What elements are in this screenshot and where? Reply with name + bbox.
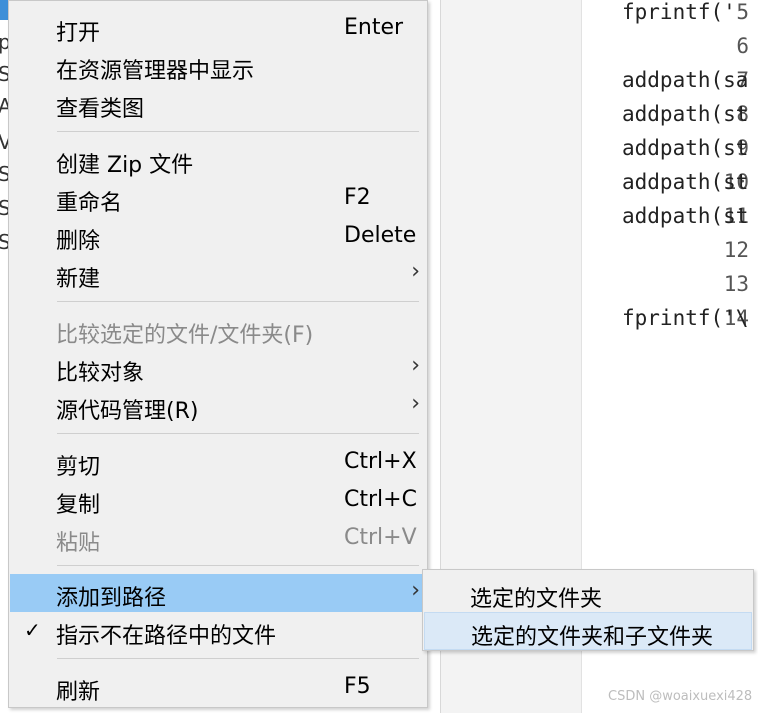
menu-item-delete[interactable]: 删除 Delete (10, 217, 426, 255)
menu-separator (57, 433, 419, 434)
menu-item-create-zip[interactable]: 创建 Zip 文件 (10, 141, 426, 179)
menu-item-shortcut: Ctrl+C (344, 487, 417, 512)
menu-item-label: 刷新 (56, 680, 101, 705)
menu-item-label: 创建 Zip 文件 (56, 153, 194, 178)
code-line[interactable]: addpath(sa (622, 68, 748, 92)
menu-item-open[interactable]: 打开 Enter (10, 9, 426, 47)
line-number: 12 (723, 238, 749, 262)
context-menu: 打开 Enter 在资源管理器中显示 查看类图 创建 Zip 文件 重命名 F2… (8, 0, 428, 708)
submenu-item-label: 选定的文件夹 (470, 587, 603, 612)
menu-item-label: 删除 (56, 229, 101, 254)
menu-separator (57, 658, 419, 659)
code-line[interactable]: addpath(st (622, 136, 748, 160)
menu-item-label: 重命名 (56, 191, 123, 216)
submenu-item-selected-folders-and-subfolders[interactable]: 选定的文件夹和子文件夹 (424, 612, 752, 650)
code-text: fprintf(' (622, 0, 736, 24)
code-line[interactable]: fprintf(' (622, 0, 736, 24)
code-line[interactable]: addpath(st (622, 102, 748, 126)
menu-item-source-control[interactable]: 源代码管理(R) › (10, 387, 426, 425)
menu-item-label: 剪切 (56, 455, 101, 480)
menu-separator (57, 131, 419, 132)
add-to-path-submenu: 选定的文件夹 选定的文件夹和子文件夹 (422, 569, 754, 651)
menu-item-label: 新建 (56, 267, 101, 292)
menu-item-new[interactable]: 新建 › (10, 255, 426, 293)
menu-item-show-in-explorer[interactable]: 在资源管理器中显示 (10, 47, 426, 85)
menu-item-shortcut: Ctrl+V (344, 525, 417, 550)
submenu-item-selected-folders[interactable]: 选定的文件夹 (424, 575, 752, 613)
code-text: addpath(st (622, 136, 749, 160)
menu-item-compare-against[interactable]: 比较对象 › (10, 349, 426, 387)
menu-item-label: 指示不在路径中的文件 (56, 624, 277, 649)
checkmark-icon: ✓ (24, 618, 41, 642)
menu-item-shortcut: Enter (344, 15, 404, 40)
menu-item-rename[interactable]: 重命名 F2 (10, 179, 426, 217)
watermark: CSDN @woaixuexi428 (608, 689, 753, 704)
chevron-right-icon: › (411, 578, 420, 603)
menu-separator (57, 301, 419, 302)
menu-item-label: 比较对象 (56, 361, 145, 386)
code-line[interactable]: addpath(st (622, 170, 748, 194)
line-number: 6 (736, 34, 749, 58)
menu-item-view-class-diagram[interactable]: 查看类图 (10, 85, 426, 123)
code-text: addpath(st (622, 204, 749, 228)
code-text: addpath(st (622, 170, 749, 194)
menu-item-compare-selected: 比较选定的文件/文件夹(F) (10, 311, 426, 349)
menu-item-label: 查看类图 (56, 97, 145, 122)
menu-item-label: 粘贴 (56, 531, 101, 556)
submenu-item-label: 选定的文件夹和子文件夹 (471, 625, 714, 650)
menu-item-shortcut: Ctrl+X (344, 449, 417, 474)
code-text: fprintf('\ (622, 306, 749, 330)
menu-item-copy[interactable]: 复制 Ctrl+C (10, 481, 426, 519)
menu-item-label: 在资源管理器中显示 (56, 59, 255, 84)
chevron-right-icon: › (411, 353, 420, 378)
code-line[interactable]: addpath(st (622, 204, 748, 228)
menu-separator (57, 565, 419, 566)
menu-item-label: 打开 (56, 21, 101, 46)
code-line[interactable]: fprintf('\ (622, 306, 748, 330)
menu-item-shortcut: F5 (344, 674, 371, 699)
line-number: 13 (723, 272, 749, 296)
menu-item-paste: 粘贴 Ctrl+V (10, 519, 426, 557)
menu-item-shortcut: F2 (344, 185, 371, 210)
menu-item-label: 复制 (56, 493, 101, 518)
menu-item-label: 添加到路径 (56, 586, 167, 611)
menu-item-cut[interactable]: 剪切 Ctrl+X (10, 443, 426, 481)
chevron-right-icon: › (411, 391, 420, 416)
menu-item-shortcut: Delete (344, 223, 417, 248)
menu-item-refresh[interactable]: 刷新 F5 (10, 668, 426, 706)
menu-item-indicate-files-not-on-path[interactable]: ✓ 指示不在路径中的文件 (10, 612, 426, 650)
code-text: addpath(st (622, 102, 749, 126)
menu-item-label: 比较选定的文件/文件夹(F) (56, 323, 314, 348)
menu-item-label: 源代码管理(R) (56, 399, 199, 424)
chevron-right-icon: › (411, 259, 420, 284)
menu-item-add-to-path[interactable]: 添加到路径 › (10, 574, 426, 612)
code-text: addpath(sa (622, 68, 749, 92)
